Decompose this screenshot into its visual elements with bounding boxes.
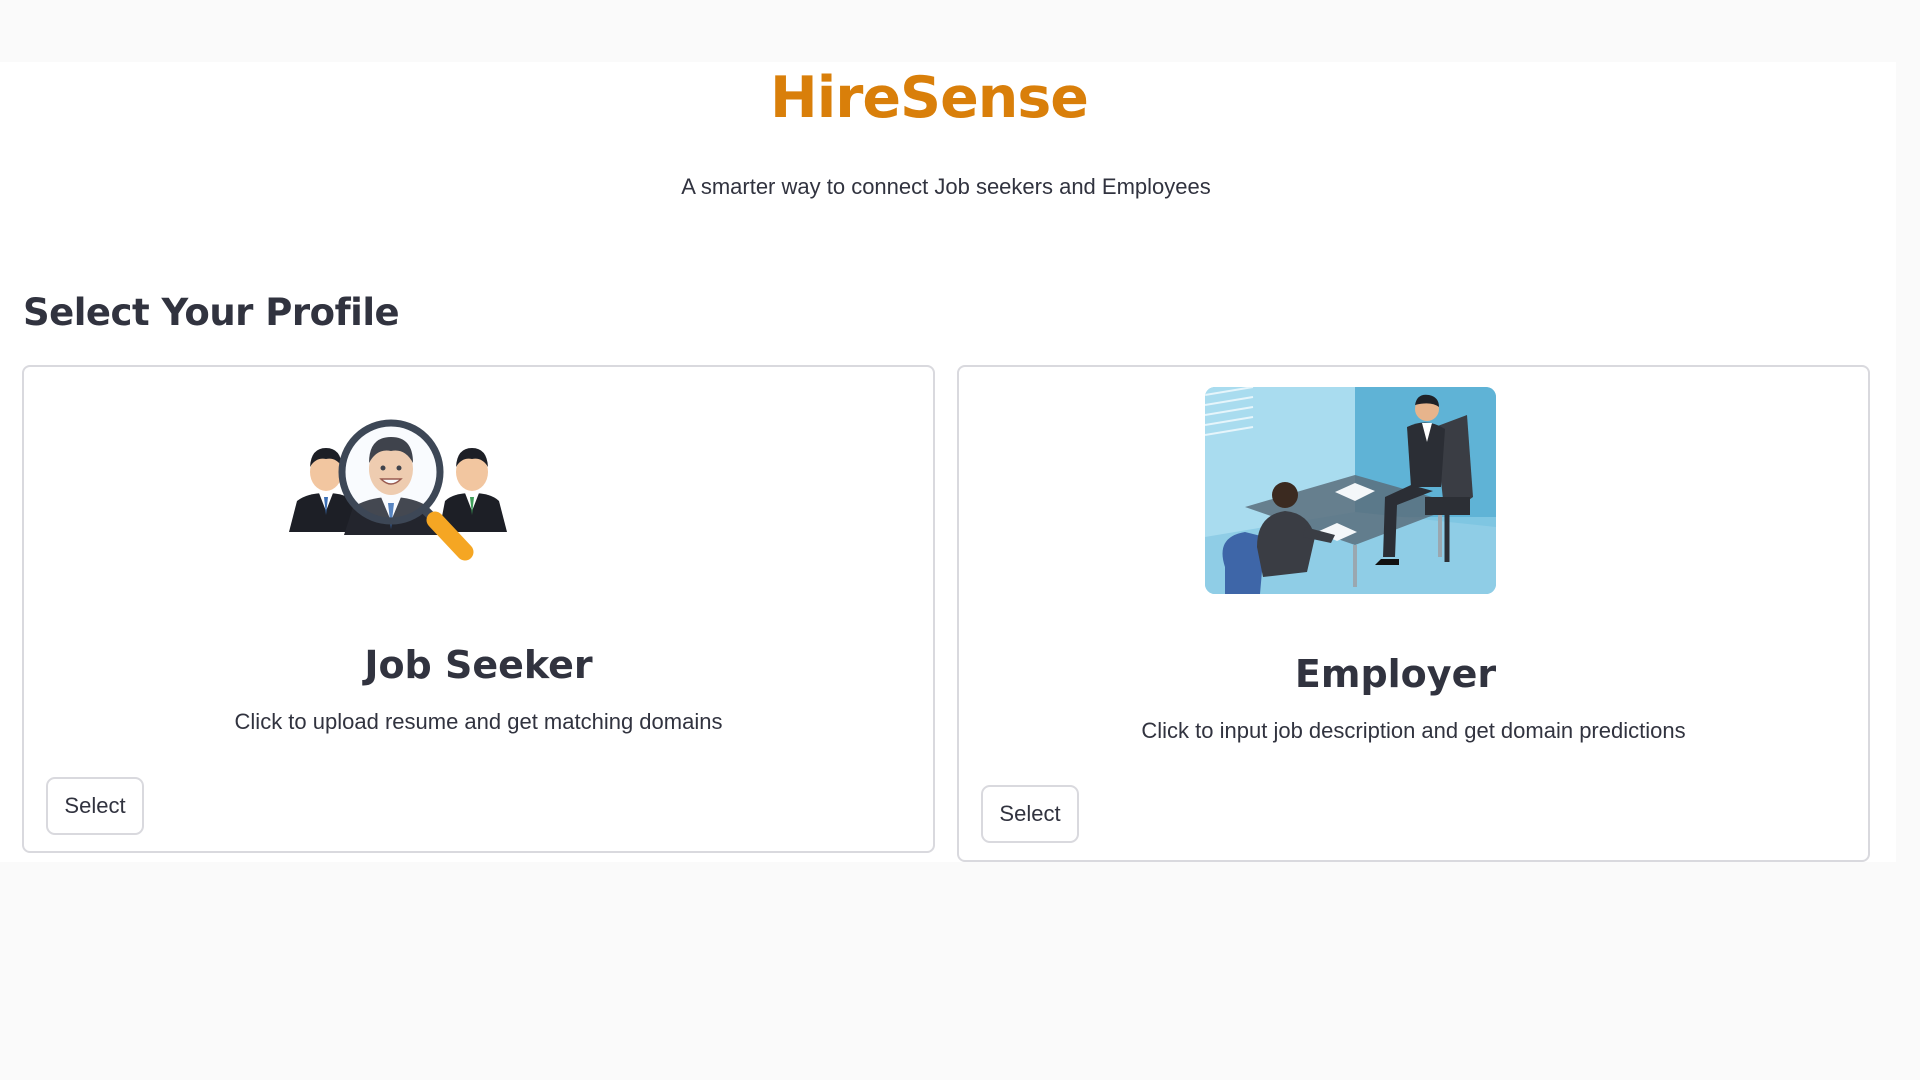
- job-interview-illustration: [1205, 387, 1496, 594]
- employer-select-button[interactable]: Select: [981, 785, 1079, 843]
- employer-description: Click to input job description and get d…: [1141, 718, 1686, 743]
- job-seeker-description: Click to upload resume and get matching …: [234, 709, 723, 734]
- employer-title: Employer: [1294, 652, 1497, 696]
- job-seeker-title: Job Seeker: [364, 643, 593, 687]
- app-subtitle: A smarter way to connect Job seekers and…: [681, 174, 1211, 199]
- job-seeker-select-button[interactable]: Select: [46, 777, 144, 835]
- candidates-magnifier-illustration: [289, 419, 507, 561]
- job-seeker-card: Job Seeker Click to upload resume and ge…: [22, 365, 935, 853]
- employer-card: Employer Click to input job description …: [957, 365, 1870, 862]
- app-title: HireSense: [770, 65, 1089, 131]
- main-container: HireSense A smarter way to connect Job s…: [0, 62, 1896, 862]
- section-heading: Select Your Profile: [23, 291, 400, 334]
